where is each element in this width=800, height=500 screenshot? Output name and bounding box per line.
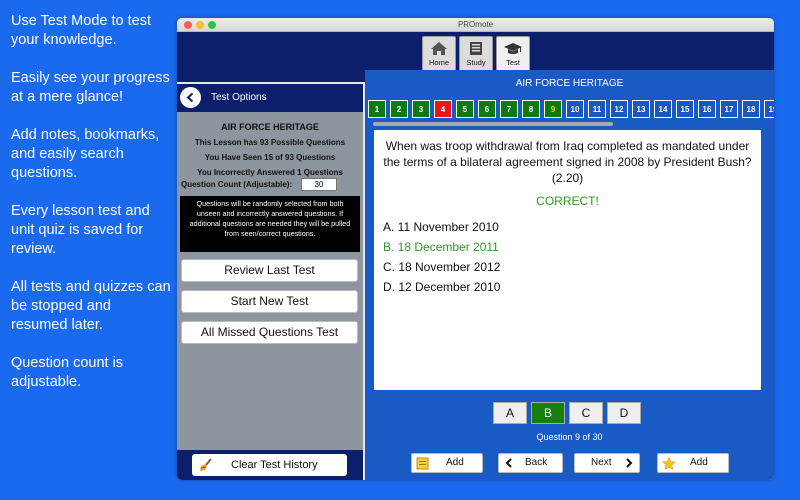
answer-c-button[interactable]: C [569, 402, 603, 424]
promo-line: Add notes, bookmarks, and easily search … [11, 127, 160, 181]
promo-line: All tests and quizzes can be stopped and… [11, 279, 171, 333]
question-number-16[interactable]: 16 [698, 100, 716, 118]
clear-test-history-label: Clear Test History [231, 459, 318, 471]
question-count-input[interactable]: 30 [301, 178, 337, 191]
question-number-19[interactable]: 19 [764, 100, 774, 118]
question-count-label: Question Count (Adjustable): [181, 180, 293, 189]
promo-line: Use Test Mode to test your knowledge. [11, 13, 151, 48]
question-number-6[interactable]: 6 [478, 100, 496, 118]
seen-questions: You Have Seen 15 of 93 Questions [204, 153, 336, 162]
possible-questions: This Lesson has 93 Possible Questions [194, 138, 346, 147]
chevron-right-icon [626, 458, 633, 468]
test-main-area: AIR FORCE HERITAGE 1 2 3 4 5 6 7 8 9 10 11 12 13 14 15… [365, 70, 774, 480]
question-number-14[interactable]: 14 [654, 100, 672, 118]
add-bookmark-button[interactable]: Add [657, 453, 729, 473]
start-new-test-button[interactable]: Start New Test [181, 290, 358, 313]
question-number-3[interactable]: 3 [412, 100, 430, 118]
study-tab-button[interactable]: Study [459, 36, 493, 74]
add-bookmark-label: Add [690, 457, 708, 468]
sidebar-footer: Clear Test History [177, 450, 363, 480]
clear-test-history-button[interactable]: Clear Test History [192, 454, 347, 476]
next-label: Next [591, 457, 612, 468]
star-icon [662, 457, 676, 470]
test-options-title: Test Options [211, 92, 267, 103]
question-number-8[interactable]: 8 [522, 100, 540, 118]
chevron-left-icon [186, 92, 194, 103]
promo-line: Every lesson test and unit quiz is saved… [11, 203, 150, 257]
window-title: PROmote [457, 20, 494, 29]
test-tab-button[interactable]: Test [496, 36, 530, 74]
add-note-label: Add [446, 457, 464, 468]
book-icon [470, 42, 482, 55]
lesson-info: AIR FORCE HERITAGE This Lesson has 93 Po… [177, 120, 363, 180]
test-options-header: Test Options [177, 84, 363, 112]
app-window: PROmote Home Study Test Test Options AIR… [177, 18, 774, 480]
question-number-9[interactable]: 9 [544, 100, 562, 118]
lesson-title: AIR FORCE HERITAGE [221, 122, 319, 132]
question-number-15[interactable]: 15 [676, 100, 694, 118]
option-c: C. 18 November 2012 [383, 260, 501, 274]
question-number-5[interactable]: 5 [456, 100, 474, 118]
answer-d-button[interactable]: D [607, 402, 641, 424]
promo-line: Question count is adjustable. [11, 355, 124, 390]
title-bar: PROmote [177, 18, 774, 32]
main-title: AIR FORCE HERITAGE [515, 78, 624, 89]
option-d: D. 12 December 2010 [383, 280, 501, 294]
promo-text: Use Test Mode to test your knowledge. Ea… [11, 12, 171, 411]
home-icon [431, 42, 447, 55]
previous-question-button[interactable]: Back [498, 453, 563, 473]
option-a: A. 11 November 2010 [383, 220, 499, 234]
question-text: When was troop withdrawal from Iraq comp… [383, 139, 752, 185]
question-number-13[interactable]: 13 [632, 100, 650, 118]
graduation-cap-icon [504, 43, 522, 54]
next-question-button[interactable]: Next [574, 453, 640, 473]
option-b: B. 18 December 2011 [383, 240, 499, 254]
test-tab-label: Test [506, 58, 520, 67]
question-number-strip[interactable]: 12345678910111213141516171819 [368, 100, 774, 120]
promo-line: Easily see your progress at a mere glanc… [11, 70, 170, 105]
question-number-4[interactable]: 4 [434, 100, 452, 118]
note-icon [416, 457, 429, 470]
question-number-12[interactable]: 12 [610, 100, 628, 118]
back-label: Back [525, 457, 548, 468]
add-note-button[interactable]: Add [411, 453, 483, 473]
answer-feedback: CORRECT! [536, 194, 599, 208]
chevron-left-icon [505, 458, 512, 468]
answer-a-button[interactable]: A [493, 402, 527, 424]
all-missed-questions-test-button[interactable]: All Missed Questions Test [181, 321, 358, 344]
question-number-1[interactable]: 1 [368, 100, 386, 118]
back-button[interactable] [180, 87, 201, 108]
question-number-11[interactable]: 11 [588, 100, 606, 118]
broom-icon [200, 458, 212, 471]
home-tab-label: Home [428, 58, 449, 67]
selection-notice: Questions will be randomly selected from… [180, 196, 360, 252]
study-tab-label: Study [466, 58, 486, 67]
question-card: When was troop withdrawal from Iraq comp… [374, 130, 761, 390]
answer-b-button[interactable]: B [531, 402, 565, 424]
review-last-test-button[interactable]: Review Last Test [181, 259, 358, 282]
question-strip-scrollbar[interactable] [373, 122, 613, 126]
home-tab-button[interactable]: Home [422, 36, 456, 74]
question-number-2[interactable]: 2 [390, 100, 408, 118]
question-number-18[interactable]: 18 [742, 100, 760, 118]
test-options-panel: AIR FORCE HERITAGE This Lesson has 93 Po… [177, 112, 363, 452]
question-position: Question 9 of 30 [536, 432, 603, 442]
question-number-10[interactable]: 10 [566, 100, 584, 118]
question-number-17[interactable]: 17 [720, 100, 738, 118]
question-number-7[interactable]: 7 [500, 100, 518, 118]
